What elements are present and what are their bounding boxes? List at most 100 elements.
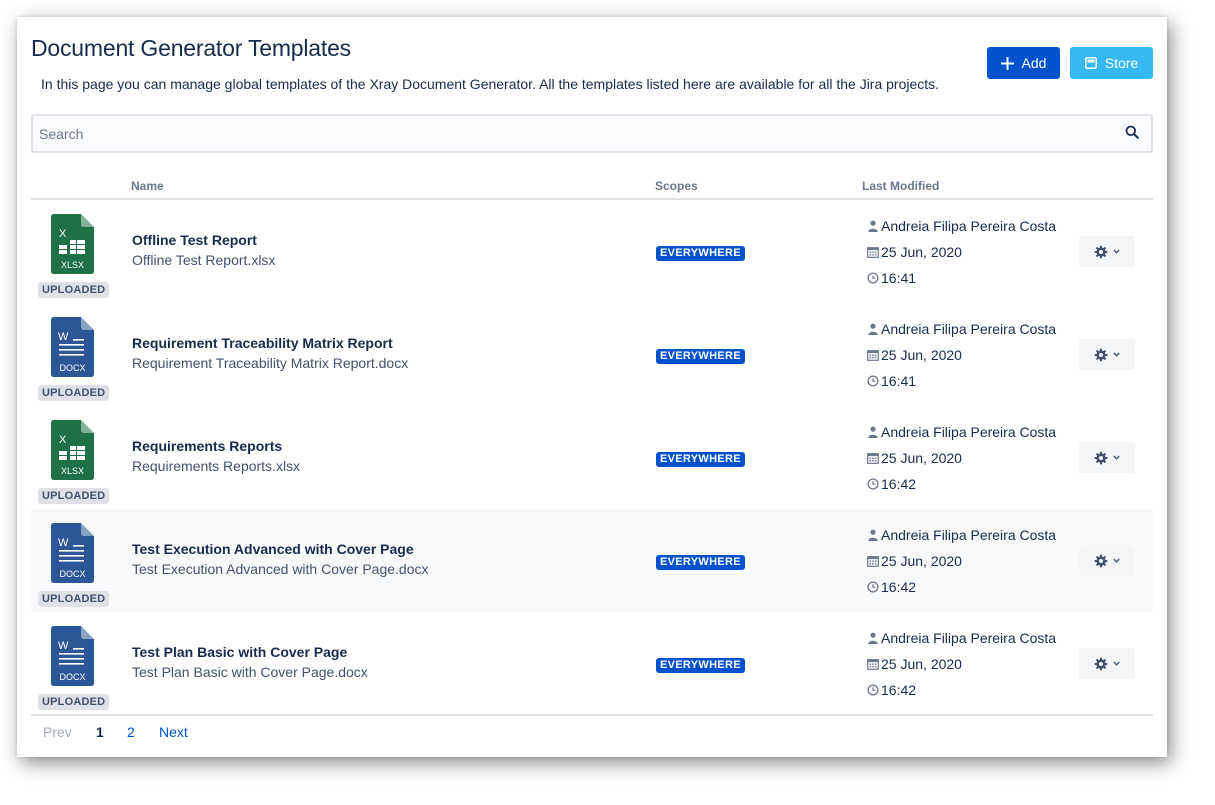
store-icon [1084, 57, 1097, 69]
file-type-label: DOCX [59, 569, 85, 579]
scope-badge: EVERYWHERE [656, 452, 745, 467]
store-button[interactable]: Store [1070, 47, 1153, 79]
file-type-label: XLSX [61, 260, 84, 270]
file-type-icon: X XLSX [51, 420, 94, 480]
clock-icon [867, 375, 879, 387]
template-name[interactable]: Test Execution Advanced with Cover Page [132, 541, 414, 557]
file-type-icon: W DOCX [51, 626, 94, 686]
modified-by: Andreia Filipa Pereira Costa [867, 630, 1056, 646]
modified-time-value: 16:42 [881, 476, 917, 492]
gear-icon [1094, 245, 1108, 258]
column-header-name[interactable]: Name [131, 179, 164, 193]
templates-panel: Document Generator Templates In this pag… [17, 17, 1167, 757]
excel-file-icon: X XLSX [51, 214, 94, 274]
column-header-scopes[interactable]: Scopes [655, 179, 698, 193]
table-row[interactable]: W DOCX UPLOADED Test Execution Advanced w… [31, 509, 1153, 612]
gear-icon [1094, 348, 1108, 361]
file-type-icon: W DOCX [51, 523, 94, 583]
add-button[interactable]: Add [987, 47, 1060, 79]
gear-icon [1094, 451, 1108, 464]
table-row[interactable]: W DOCX UPLOADED Requirement Traceability … [31, 303, 1153, 406]
word-file-icon: W DOCX [51, 626, 94, 686]
template-list: X XLSX UPLOADED Offline Test Report Offli… [31, 200, 1153, 715]
template-filename: Requirements Reports.xlsx [132, 458, 301, 474]
row-actions-button[interactable] [1079, 236, 1135, 267]
search-input[interactable] [39, 123, 1099, 145]
modified-by: Andreia Filipa Pereira Costa [867, 321, 1056, 337]
file-type-icon: X XLSX [51, 214, 94, 274]
scope-badge: EVERYWHERE [656, 555, 745, 570]
modified-date-value: 25 Jun, 2020 [881, 347, 962, 363]
template-filename: Requirement Traceability Matrix Report.d… [132, 355, 409, 371]
template-filename: Offline Test Report.xlsx [132, 252, 276, 268]
store-button-label: Store [1104, 55, 1139, 71]
table-row[interactable]: W DOCX UPLOADED Test Plan Basic with Cove… [31, 612, 1153, 715]
modified-by-name: Andreia Filipa Pereira Costa [881, 321, 1057, 337]
modified-time: 16:42 [867, 682, 916, 698]
calendar-icon [867, 556, 879, 567]
modified-date: 25 Jun, 2020 [867, 450, 962, 466]
file-type-label: DOCX [59, 363, 85, 373]
modified-by-name: Andreia Filipa Pereira Costa [881, 527, 1057, 543]
gear-icon [1094, 657, 1108, 670]
clock-icon [867, 478, 879, 490]
modified-time-value: 16:42 [881, 579, 917, 595]
user-icon [868, 632, 878, 644]
modified-date: 25 Jun, 2020 [867, 553, 962, 569]
svg-text:W: W [58, 331, 69, 343]
user-icon [868, 323, 878, 335]
pagination-prev[interactable]: Prev [43, 724, 72, 740]
row-actions-button[interactable] [1079, 339, 1135, 370]
svg-text:X: X [59, 228, 67, 240]
clock-icon [867, 684, 879, 696]
chevron-down-icon [1113, 455, 1120, 460]
add-button-label: Add [1021, 55, 1047, 71]
modified-date-value: 25 Jun, 2020 [881, 450, 962, 466]
pagination-page-1[interactable]: 1 [96, 724, 104, 740]
calendar-icon [867, 453, 879, 464]
modified-by-name: Andreia Filipa Pereira Costa [881, 630, 1057, 646]
template-name[interactable]: Requirement Traceability Matrix Report [132, 335, 393, 351]
page-title: Document Generator Templates [31, 35, 351, 61]
pagination-next[interactable]: Next [159, 724, 188, 740]
modified-date: 25 Jun, 2020 [867, 656, 962, 672]
column-header-last-modified[interactable]: Last Modified [862, 179, 939, 193]
status-badge: UPLOADED [38, 591, 110, 607]
chevron-down-icon [1113, 661, 1120, 666]
user-icon [868, 529, 878, 541]
search-box [31, 114, 1153, 153]
search-icon[interactable] [1125, 125, 1139, 139]
calendar-icon [867, 247, 879, 258]
status-badge: UPLOADED [38, 488, 110, 504]
table-row[interactable]: X XLSX UPLOADED Requirements Reports Requ… [31, 406, 1153, 509]
status-badge: UPLOADED [38, 694, 110, 710]
file-type-label: DOCX [59, 672, 85, 682]
status-badge: UPLOADED [38, 385, 110, 401]
template-name[interactable]: Test Plan Basic with Cover Page [132, 644, 347, 660]
template-filename: Test Plan Basic with Cover Page.docx [132, 664, 368, 680]
page-description: In this page you can manage global templ… [41, 76, 940, 92]
status-badge: UPLOADED [38, 282, 110, 298]
chevron-down-icon [1113, 249, 1120, 254]
modified-date-value: 25 Jun, 2020 [881, 553, 962, 569]
modified-time: 16:41 [867, 373, 916, 389]
modified-by: Andreia Filipa Pereira Costa [867, 218, 1056, 234]
modified-time-value: 16:42 [881, 682, 917, 698]
template-name[interactable]: Requirements Reports [132, 438, 282, 454]
svg-text:W: W [58, 537, 69, 549]
modified-time: 16:42 [867, 579, 916, 595]
user-icon [868, 426, 878, 438]
modified-by: Andreia Filipa Pereira Costa [867, 424, 1056, 440]
template-name[interactable]: Offline Test Report [132, 232, 257, 248]
row-actions-button[interactable] [1079, 442, 1135, 473]
file-type-icon: W DOCX [51, 317, 94, 377]
modified-date: 25 Jun, 2020 [867, 244, 962, 260]
modified-time-value: 16:41 [881, 373, 917, 389]
row-actions-button[interactable] [1079, 545, 1135, 576]
table-row[interactable]: X XLSX UPLOADED Offline Test Report Offli… [31, 200, 1153, 303]
template-filename: Test Execution Advanced with Cover Page.… [132, 561, 429, 577]
pagination-page-2[interactable]: 2 [127, 724, 135, 740]
row-actions-button[interactable] [1079, 648, 1135, 679]
modified-time: 16:42 [867, 476, 916, 492]
chevron-down-icon [1113, 352, 1120, 357]
